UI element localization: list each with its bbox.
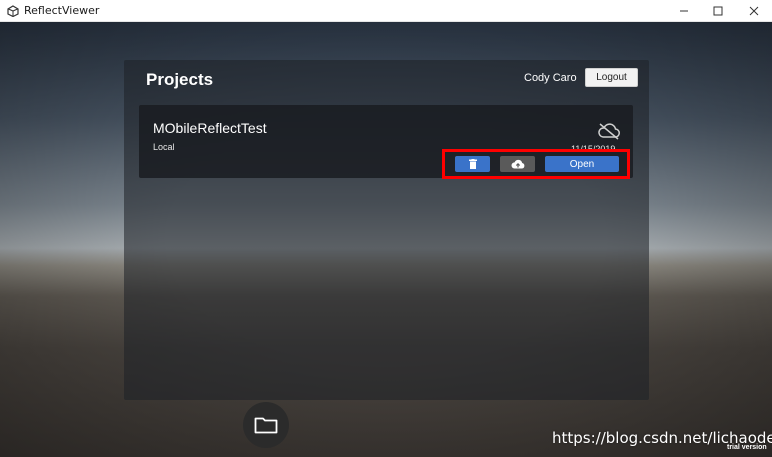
highlight-box [442, 149, 630, 179]
project-source: Local [153, 142, 175, 152]
trial-label: trial version [727, 444, 767, 451]
folder-icon [254, 417, 278, 434]
panel-title: Projects [146, 70, 214, 89]
close-button[interactable] [736, 0, 772, 22]
maximize-icon [713, 6, 723, 16]
projects-panel: Projects Cody Caro Logout MObileReflectT… [124, 60, 649, 400]
window-title: ReflectViewer [24, 4, 100, 17]
open-folder-button[interactable] [243, 402, 289, 448]
minimize-button[interactable] [666, 0, 702, 22]
window-titlebar: ReflectViewer [0, 0, 772, 22]
logout-button[interactable]: Logout [585, 68, 638, 87]
maximize-button[interactable] [700, 0, 736, 22]
minimize-icon [680, 10, 688, 12]
project-name: MObileReflectTest [153, 120, 267, 136]
cloud-off-icon [598, 123, 620, 140]
close-icon [749, 6, 759, 16]
unity-icon [7, 4, 19, 17]
user-name: Cody Caro [524, 72, 577, 84]
